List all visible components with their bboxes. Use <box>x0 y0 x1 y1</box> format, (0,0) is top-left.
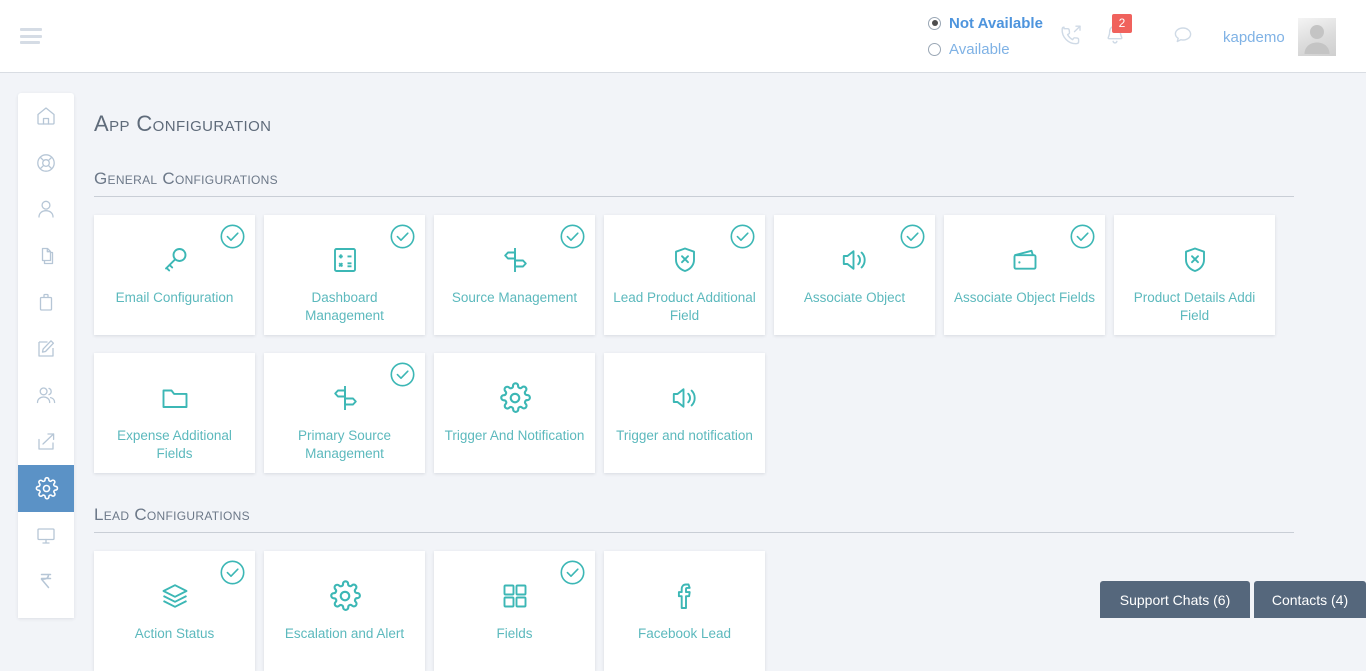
main-content: App Configuration General Configurations… <box>94 93 1294 618</box>
card-row: Expense Additional Fields Primary Source … <box>94 353 1294 473</box>
config-card-label: Trigger And Notification <box>441 427 589 445</box>
radio-available[interactable]: Available <box>928 36 1058 62</box>
check-circle-icon <box>219 223 246 250</box>
speaker-icon <box>668 377 702 419</box>
hamburger-bar <box>20 35 42 38</box>
radio-not-available-label: Not Available <box>949 15 1043 32</box>
config-card-label: Product Details Addi Field <box>1121 289 1269 325</box>
gear-icon <box>498 377 532 419</box>
config-card[interactable]: Expense Additional Fields <box>94 353 255 473</box>
config-card-label: Dashboard Management <box>271 289 419 325</box>
section-title: Lead Configurations <box>94 505 1294 533</box>
config-card-label: Fields <box>441 625 589 643</box>
config-card[interactable]: Escalation and Alert <box>264 551 425 671</box>
hamburger-bar <box>20 41 40 44</box>
page-title: App Configuration <box>94 111 1294 137</box>
config-card[interactable]: Source Management <box>434 215 595 335</box>
config-card[interactable]: Fields <box>434 551 595 671</box>
sidebar-item-settings[interactable] <box>18 465 74 512</box>
chat-bubble-icon[interactable] <box>1170 22 1196 48</box>
config-card[interactable]: Product Details Addi Field <box>1114 215 1275 335</box>
key-icon <box>158 239 192 281</box>
config-card-label: Email Configuration <box>101 289 249 307</box>
sidebar-item-documents[interactable] <box>18 233 74 280</box>
config-card-label: Source Management <box>441 289 589 307</box>
config-card-label: Expense Additional Fields <box>101 427 249 463</box>
radio-not-available[interactable]: Not Available <box>928 10 1058 36</box>
check-circle-icon <box>559 223 586 250</box>
check-circle-icon <box>219 559 246 586</box>
availability-radio-group: Not Available Available <box>928 10 1058 62</box>
sidebar-item-support[interactable] <box>18 140 74 187</box>
top-header: Not Available Available 2 kapdemo <box>0 0 1366 73</box>
shield-x-icon <box>668 239 702 281</box>
config-card[interactable]: Dashboard Management <box>264 215 425 335</box>
sidebar-item-rupee[interactable] <box>18 558 74 605</box>
check-circle-icon <box>389 223 416 250</box>
section-title: General Configurations <box>94 169 1294 197</box>
config-card-label: Action Status <box>101 625 249 643</box>
check-circle-icon <box>389 361 416 388</box>
config-card-label: Associate Object Fields <box>951 289 1099 307</box>
config-card[interactable]: Action Status <box>94 551 255 671</box>
signpost-icon <box>498 239 532 281</box>
contacts-button[interactable]: Contacts (4) <box>1254 581 1366 618</box>
shield-x-icon <box>1178 239 1212 281</box>
config-card[interactable]: Facebook Lead <box>604 551 765 671</box>
config-card-label: Escalation and Alert <box>271 625 419 643</box>
sidebar-item-home[interactable] <box>18 93 74 140</box>
left-sidebar <box>18 93 74 618</box>
user-avatar[interactable] <box>1298 18 1336 56</box>
gear-icon <box>328 575 362 617</box>
config-card[interactable]: Primary Source Management <box>264 353 425 473</box>
config-card[interactable]: Lead Product Additional Field <box>604 215 765 335</box>
signpost-icon <box>328 377 362 419</box>
sidebar-item-users[interactable] <box>18 372 74 419</box>
config-card[interactable]: Trigger and notification <box>604 353 765 473</box>
config-card-label: Lead Product Additional Field <box>611 289 759 325</box>
check-circle-icon <box>1069 223 1096 250</box>
check-circle-icon <box>899 223 926 250</box>
hamburger-bar <box>20 28 42 31</box>
radio-not-available-indicator[interactable] <box>928 17 941 30</box>
config-card[interactable]: Associate Object Fields <box>944 215 1105 335</box>
facebook-icon <box>668 575 702 617</box>
check-circle-icon <box>729 223 756 250</box>
layers-icon <box>158 575 192 617</box>
config-section: General Configurations Email Configuratio… <box>94 169 1294 473</box>
radio-available-label: Available <box>949 41 1010 58</box>
speaker-icon <box>838 239 872 281</box>
config-card-label: Associate Object <box>781 289 929 307</box>
check-circle-icon <box>559 559 586 586</box>
sidebar-item-briefcase[interactable] <box>18 279 74 326</box>
sidebar-item-user[interactable] <box>18 186 74 233</box>
sidebar-item-share[interactable] <box>18 419 74 466</box>
grid-icon <box>498 575 532 617</box>
wallet-icon <box>1008 239 1042 281</box>
calculator-icon <box>328 239 362 281</box>
config-card[interactable]: Email Configuration <box>94 215 255 335</box>
notification-count-badge[interactable]: 2 <box>1112 14 1132 33</box>
card-row: Email Configuration Dashboard Management S… <box>94 215 1294 335</box>
config-card-label: Trigger and notification <box>611 427 759 445</box>
phone-outgoing-icon[interactable] <box>1058 22 1084 48</box>
radio-available-indicator[interactable] <box>928 43 941 56</box>
sidebar-item-monitor[interactable] <box>18 512 74 559</box>
config-card-label: Facebook Lead <box>611 625 759 643</box>
config-card[interactable]: Trigger And Notification <box>434 353 595 473</box>
sidebar-item-edit[interactable] <box>18 326 74 373</box>
config-card-label: Primary Source Management <box>271 427 419 463</box>
config-card[interactable]: Associate Object <box>774 215 935 335</box>
support-chats-button[interactable]: Support Chats (6) <box>1100 581 1250 618</box>
username-label[interactable]: kapdemo <box>1223 29 1285 46</box>
hamburger-menu-icon[interactable] <box>20 28 42 44</box>
folder-icon <box>158 377 192 419</box>
